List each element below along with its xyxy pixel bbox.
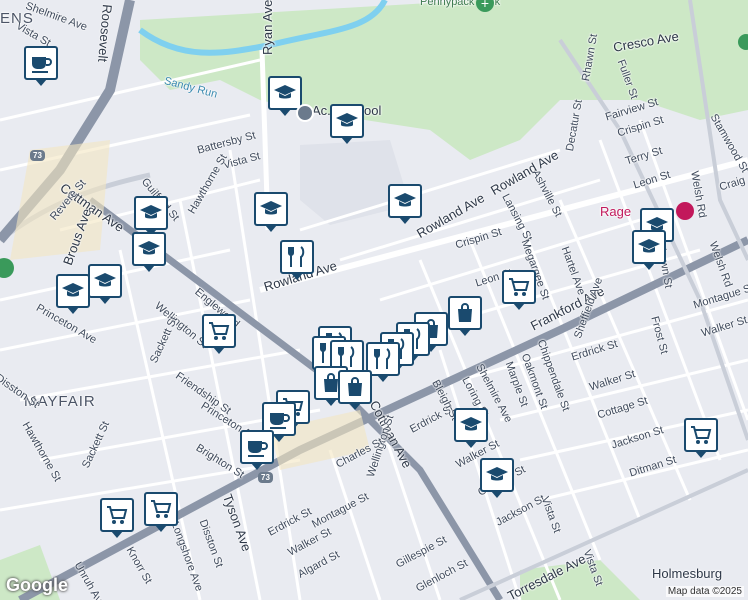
school-pin[interactable] xyxy=(254,192,288,232)
graduation-cap-icon xyxy=(460,417,482,431)
school-pin[interactable] xyxy=(388,184,422,224)
graduation-cap-icon xyxy=(94,273,116,287)
neighborhood-label-holmesburg: Holmesburg xyxy=(652,566,723,581)
route-shield-73-2: 73 xyxy=(258,472,273,483)
shopping-cart-icon xyxy=(107,506,128,524)
school-pin[interactable] xyxy=(330,104,364,144)
shopping-cart-icon xyxy=(691,426,712,444)
school-pin[interactable] xyxy=(88,264,122,304)
street-label-ryan-ave: Ryan Ave xyxy=(260,0,275,55)
graduation-cap-icon xyxy=(140,205,162,219)
graduation-cap-icon xyxy=(138,241,160,255)
graduation-cap-icon xyxy=(394,193,416,207)
coffee-cup-icon xyxy=(248,441,268,457)
school-pin[interactable] xyxy=(56,274,90,314)
restaurant-pin[interactable] xyxy=(280,240,314,280)
grocery-pin[interactable] xyxy=(144,492,178,532)
venue-marker-icon[interactable] xyxy=(676,202,694,220)
shopping-cart-icon xyxy=(209,322,230,340)
school-pin[interactable] xyxy=(132,232,166,272)
shopping-bag-icon xyxy=(458,303,472,322)
grocery-pin[interactable] xyxy=(684,418,718,458)
coffee-cup-icon xyxy=(32,57,52,73)
school-pin[interactable] xyxy=(454,408,488,448)
shopping-cart-icon xyxy=(151,500,172,518)
poi-label-rage: Rage xyxy=(600,204,632,219)
graduation-cap-icon xyxy=(638,239,660,253)
route-shield-73: 73 xyxy=(30,150,45,161)
fork-knife-icon xyxy=(288,246,305,267)
cafe-pin[interactable] xyxy=(24,46,58,86)
school-pin[interactable] xyxy=(480,458,514,498)
graduation-cap-icon xyxy=(260,201,282,215)
map-canvas[interactable]: MAYFAIR Holmesburg ENS Pennypack Park Sa… xyxy=(0,0,748,600)
shopping-cart-icon xyxy=(509,278,530,296)
park-marker-east-icon[interactable] xyxy=(738,34,748,50)
school-pin[interactable] xyxy=(268,76,302,116)
map-attribution[interactable]: Map data ©2025 xyxy=(665,586,744,597)
shopping-pin[interactable] xyxy=(338,370,372,410)
school-poi-dot-icon[interactable] xyxy=(296,104,314,122)
grocery-pin[interactable] xyxy=(100,498,134,538)
school-pin[interactable] xyxy=(632,230,666,270)
shopping-pin[interactable] xyxy=(448,296,482,336)
grocery-pin[interactable] xyxy=(202,314,236,354)
graduation-cap-icon xyxy=(274,85,296,99)
coffee-cup-icon xyxy=(270,413,290,429)
fork-knife-icon xyxy=(374,348,391,369)
cafe-pin[interactable] xyxy=(240,430,274,470)
school-pin[interactable] xyxy=(134,196,168,236)
shopping-bag-icon xyxy=(348,377,362,396)
graduation-cap-icon xyxy=(62,283,84,297)
grocery-pin[interactable] xyxy=(502,270,536,310)
google-logo: Google xyxy=(6,575,68,595)
graduation-cap-icon xyxy=(486,467,508,481)
graduation-cap-icon xyxy=(336,113,358,127)
